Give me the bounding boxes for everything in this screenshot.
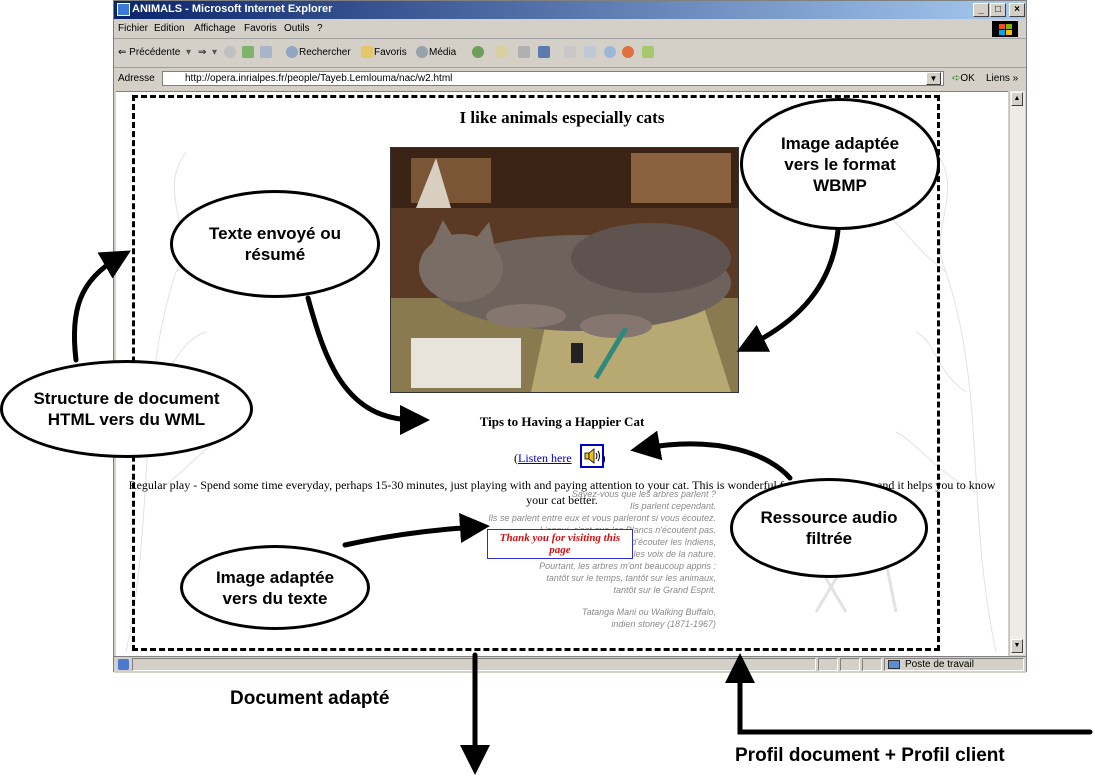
scroll-down-icon[interactable]: ▼ [1011, 639, 1023, 653]
callout-structure: Structure de document HTML vers du WML [0, 360, 253, 458]
callout-image-text: Image adaptée vers du texte [180, 545, 370, 630]
media-button[interactable]: Média [429, 47, 456, 58]
home-icon[interactable] [260, 46, 272, 58]
status-zone-segment: Poste de travail [884, 658, 1024, 671]
menu-favoris[interactable]: Favoris [244, 23, 277, 34]
status-lock-segment [840, 658, 860, 671]
discuss-icon[interactable] [564, 46, 576, 58]
links-button[interactable]: Liens » [986, 73, 1018, 84]
minimize-button[interactable]: _ [973, 3, 989, 17]
menu-affichage[interactable]: Affichage [194, 23, 236, 34]
arrow-profiles [725, 653, 1093, 735]
menu-fichier[interactable]: Fichier [118, 23, 148, 34]
close-button[interactable]: × [1009, 3, 1025, 17]
history-icon[interactable] [472, 46, 484, 58]
callout-text-sent: Texte envoyé ou résumé [170, 190, 380, 298]
callout-text-sent-text: Texte envoyé ou résumé [209, 224, 341, 264]
arrow-structure [71, 250, 131, 363]
status-privacy-segment [862, 658, 882, 671]
chevron-right-icon: » [1009, 73, 1019, 84]
search-button[interactable]: Rechercher [299, 47, 351, 58]
favorites-icon[interactable] [361, 46, 373, 58]
callout-audio-text: Ressource audio filtrée [760, 508, 898, 548]
research-icon[interactable] [584, 46, 596, 58]
stop-icon[interactable] [224, 46, 236, 58]
ie-icon [117, 3, 130, 16]
standard-toolbar: ⇐ Précédente ▾ ⇒ ▾ Rechercher Favoris Mé… [114, 39, 1026, 68]
go-button[interactable]: ➪OK [952, 73, 975, 84]
window-title: ANIMALS - Microsoft Internet Explorer [132, 3, 333, 15]
windows-logo-icon [992, 21, 1018, 37]
maximize-button[interactable]: □ [990, 3, 1006, 17]
print-icon[interactable] [518, 46, 530, 58]
address-bar: Adresse http://opera.inrialpes.fr/people… [114, 68, 1026, 90]
search-icon[interactable] [286, 46, 298, 58]
callout-audio: Ressource audio filtrée [730, 478, 928, 578]
forward-dropdown-icon[interactable]: ▾ [212, 47, 217, 58]
media-icon[interactable] [416, 46, 428, 58]
status-bar: Poste de travail [114, 656, 1026, 673]
mail-icon[interactable] [496, 46, 508, 58]
callout-image-wbmp: Image adaptée vers le format WBMP [740, 98, 940, 230]
caption-document-adapte: Document adapté [230, 688, 390, 709]
menu-edition[interactable]: Edition [154, 23, 185, 34]
links-label: Liens [986, 73, 1010, 84]
callout-image-text-text: Image adaptée vers du texte [215, 567, 335, 608]
back-dropdown-icon[interactable]: ▾ [186, 47, 191, 58]
title-bar: ANIMALS - Microsoft Internet Explorer _ … [114, 1, 1026, 19]
menu-help[interactable]: ? [317, 23, 323, 34]
status-zone-label: Poste de travail [905, 659, 974, 670]
status-progress-segment [818, 658, 838, 671]
address-dropdown[interactable]: ▼ [926, 72, 941, 85]
menu-bar: Fichier Edition Affichage Favoris Outils… [114, 20, 1026, 39]
scroll-up-icon[interactable]: ▲ [1011, 92, 1023, 106]
callout-structure-text: Structure de document HTML vers du WML [33, 389, 220, 429]
messenger-icon[interactable] [604, 46, 616, 58]
page-done-icon [118, 659, 129, 670]
back-button[interactable]: ⇐ Précédente [118, 47, 180, 58]
extra-icon[interactable] [642, 46, 654, 58]
status-text-segment [132, 658, 816, 671]
callout-image-wbmp-text: Image adaptée vers le format WBMP [780, 133, 900, 195]
refresh-icon[interactable] [242, 46, 254, 58]
caption-profiles: Profil document + Profil client [735, 745, 1005, 766]
edit-icon[interactable] [538, 46, 550, 58]
menu-outils[interactable]: Outils [284, 23, 310, 34]
address-input[interactable]: http://opera.inrialpes.fr/people/Tayeb.L… [162, 71, 944, 86]
favorites-button[interactable]: Favoris [374, 47, 407, 58]
go-label: OK [960, 73, 975, 84]
address-label: Adresse [118, 73, 155, 84]
vertical-scrollbar[interactable]: ▲ ▼ [1009, 91, 1025, 655]
forward-button[interactable]: ⇒ [198, 47, 206, 58]
my-computer-icon [888, 660, 900, 669]
tools-icon[interactable] [622, 46, 634, 58]
